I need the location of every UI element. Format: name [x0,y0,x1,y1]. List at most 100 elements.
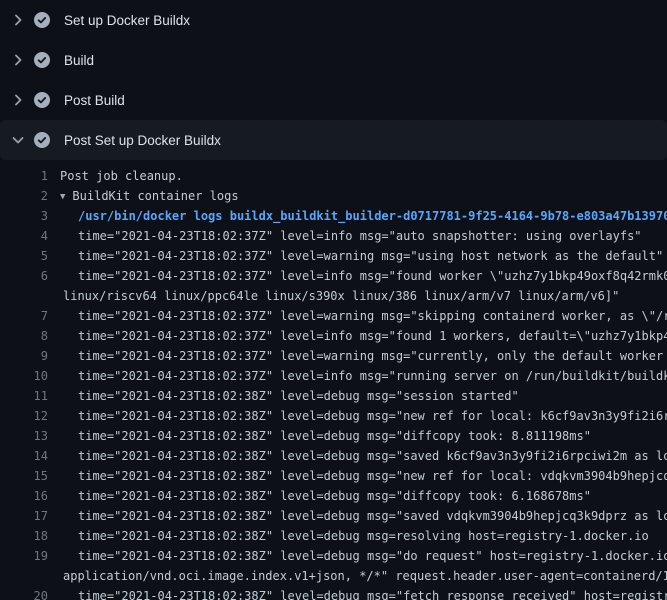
log-text-content: time="2021-04-23T18:02:37Z" level=info m… [78,229,642,243]
line-number[interactable]: 19 [0,546,48,566]
log-line: 3/usr/bin/docker logs buildx_buildkit_bu… [0,206,667,226]
log-text: time="2021-04-23T18:02:37Z" level=info m… [48,226,642,246]
log-text: time="2021-04-23T18:02:38Z" level=debug … [48,526,649,546]
line-number[interactable]: 5 [0,246,48,266]
log-text-content: time="2021-04-23T18:02:37Z" level=warnin… [78,249,663,263]
step-label: Post Build [64,93,125,108]
log-text-content: time="2021-04-23T18:02:38Z" level=debug … [78,469,667,483]
line-number[interactable] [0,566,48,586]
log-line: 11 time="2021-04-23T18:02:38Z" level=debu… [0,386,667,406]
actions-log-viewer: Set up Docker Buildx Build Post Build Po… [0,0,667,600]
log-line: 5 time="2021-04-23T18:02:37Z" level=warni… [0,246,667,266]
log-line: 15 time="2021-04-23T18:02:38Z" level=debu… [0,466,667,486]
log-text-content: BuildKit container logs [72,189,238,203]
log-line: application/vnd.oci.image.index.v1+json,… [0,566,667,586]
line-number[interactable]: 10 [0,366,48,386]
log-text-content: time="2021-04-23T18:02:37Z" level=info m… [78,269,667,283]
line-number[interactable]: 3 [0,206,48,226]
chevron-right-icon[interactable] [10,52,26,68]
log-text: time="2021-04-23T18:02:37Z" level=warnin… [48,346,667,366]
log-line: 7 time="2021-04-23T18:02:37Z" level=warni… [0,306,667,326]
line-number[interactable]: 1 [0,166,48,186]
step-header-post-build[interactable]: Post Build [0,80,667,120]
log-line: 6 time="2021-04-23T18:02:37Z" level=info … [0,266,667,286]
log-line: 16 time="2021-04-23T18:02:38Z" level=debu… [0,486,667,506]
log-line: 9 time="2021-04-23T18:02:37Z" level=warni… [0,346,667,366]
line-number[interactable]: 6 [0,266,48,286]
chevron-right-icon[interactable] [10,92,26,108]
log-text-content: Post job cleanup. [60,169,183,183]
line-number[interactable]: 12 [0,406,48,426]
line-number[interactable]: 2 [0,186,48,206]
check-circle-icon [34,92,50,108]
line-number[interactable]: 17 [0,506,48,526]
line-number[interactable] [0,286,48,306]
log-text-content: time="2021-04-23T18:02:37Z" level=warnin… [78,349,667,363]
step-list: Set up Docker Buildx Build Post Build Po… [0,0,667,160]
log-text: time="2021-04-23T18:02:37Z" level=info m… [48,266,667,286]
log-text-content: time="2021-04-23T18:02:37Z" level=info m… [78,329,667,343]
log-line: 12 time="2021-04-23T18:02:38Z" level=debu… [0,406,667,426]
log-text-content: time="2021-04-23T18:02:38Z" level=debug … [78,529,649,543]
line-number[interactable]: 11 [0,386,48,406]
log-text-content: linux/riscv64 linux/ppc64le linux/s390x … [63,289,619,303]
step-header-set-up-docker-buildx[interactable]: Set up Docker Buildx [0,0,667,40]
log-line: 17 time="2021-04-23T18:02:38Z" level=debu… [0,506,667,526]
log-text: time="2021-04-23T18:02:38Z" level=debug … [48,506,667,526]
line-number[interactable]: 7 [0,306,48,326]
line-number[interactable]: 20 [0,586,48,600]
log-text: time="2021-04-23T18:02:38Z" level=debug … [48,446,667,466]
log-text-content: time="2021-04-23T18:02:38Z" level=debug … [78,489,591,503]
log-line: 2 ▼ BuildKit container logs [0,186,667,206]
chevron-right-icon[interactable] [10,12,26,28]
line-number[interactable]: 9 [0,346,48,366]
step-label: Build [64,53,94,68]
line-number[interactable]: 4 [0,226,48,246]
log-text: time="2021-04-23T18:02:37Z" level=warnin… [48,246,663,266]
group-expander-triangle-icon[interactable]: ▼ [60,187,65,206]
log-text: time="2021-04-23T18:02:37Z" level=warnin… [48,306,667,326]
log-line: 14time="2021-04-23T18:02:38Z" level=debu… [0,446,667,466]
log-text-content: time="2021-04-23T18:02:38Z" level=debug … [78,429,591,443]
log-lines: 1 Post job cleanup. 2 ▼ BuildKit container l… [0,160,667,600]
log-line: 10time="2021-04-23T18:02:37Z" level=info… [0,366,667,386]
line-number[interactable]: 14 [0,446,48,466]
log-text: linux/riscv64 linux/ppc64le linux/s390x … [48,286,619,306]
log-line: 20 time="2021-04-23T18:02:38Z" level=debu… [0,586,667,600]
line-number[interactable]: 13 [0,426,48,446]
line-number[interactable]: 18 [0,526,48,546]
log-text: time="2021-04-23T18:02:37Z" level=info m… [48,366,667,386]
log-line: 13 time="2021-04-23T18:02:38Z" level=debu… [0,426,667,446]
log-text-content: time="2021-04-23T18:02:38Z" level=debug … [78,509,667,523]
log-text: time="2021-04-23T18:02:38Z" level=debug … [48,406,667,426]
log-text-content: time="2021-04-23T18:02:38Z" level=debug … [78,589,667,600]
log-line: 18 time="2021-04-23T18:02:38Z" level=debu… [0,526,667,546]
line-number[interactable]: 15 [0,466,48,486]
log-text: Post job cleanup. [48,166,183,186]
log-text: time="2021-04-23T18:02:38Z" level=debug … [48,426,591,446]
log-text: ▼ BuildKit container logs [48,186,239,206]
log-text: time="2021-04-23T18:02:38Z" level=debug … [48,466,667,486]
log-line: 19time="2021-04-23T18:02:38Z" level=debu… [0,546,667,566]
log-text: time="2021-04-23T18:02:38Z" level=debug … [48,546,667,566]
log-text: time="2021-04-23T18:02:38Z" level=debug … [48,386,519,406]
log-text: time="2021-04-23T18:02:37Z" level=info m… [48,326,667,346]
check-circle-icon [34,132,50,148]
log-line: 1 Post job cleanup. [0,166,667,186]
step-header-post-set-up-docker-buildx[interactable]: Post Set up Docker Buildx [0,120,667,160]
chevron-down-icon[interactable] [10,132,26,148]
step-label: Set up Docker Buildx [64,13,190,28]
log-text: application/vnd.oci.image.index.v1+json,… [48,566,667,586]
log-text-content: time="2021-04-23T18:02:38Z" level=debug … [78,389,519,403]
log-text-content: application/vnd.oci.image.index.v1+json,… [63,569,667,583]
step-header-build[interactable]: Build [0,40,667,80]
log-text-content: /usr/bin/docker logs buildx_buildkit_bui… [78,209,667,223]
check-circle-icon [34,12,50,28]
check-circle-icon [34,52,50,68]
log-line: linux/riscv64 linux/ppc64le linux/s390x … [0,286,667,306]
log-text-content: time="2021-04-23T18:02:38Z" level=debug … [78,409,667,423]
line-number[interactable]: 16 [0,486,48,506]
log-text-content: time="2021-04-23T18:02:37Z" level=warnin… [78,309,667,323]
log-text: time="2021-04-23T18:02:38Z" level=debug … [48,586,667,600]
line-number[interactable]: 8 [0,326,48,346]
